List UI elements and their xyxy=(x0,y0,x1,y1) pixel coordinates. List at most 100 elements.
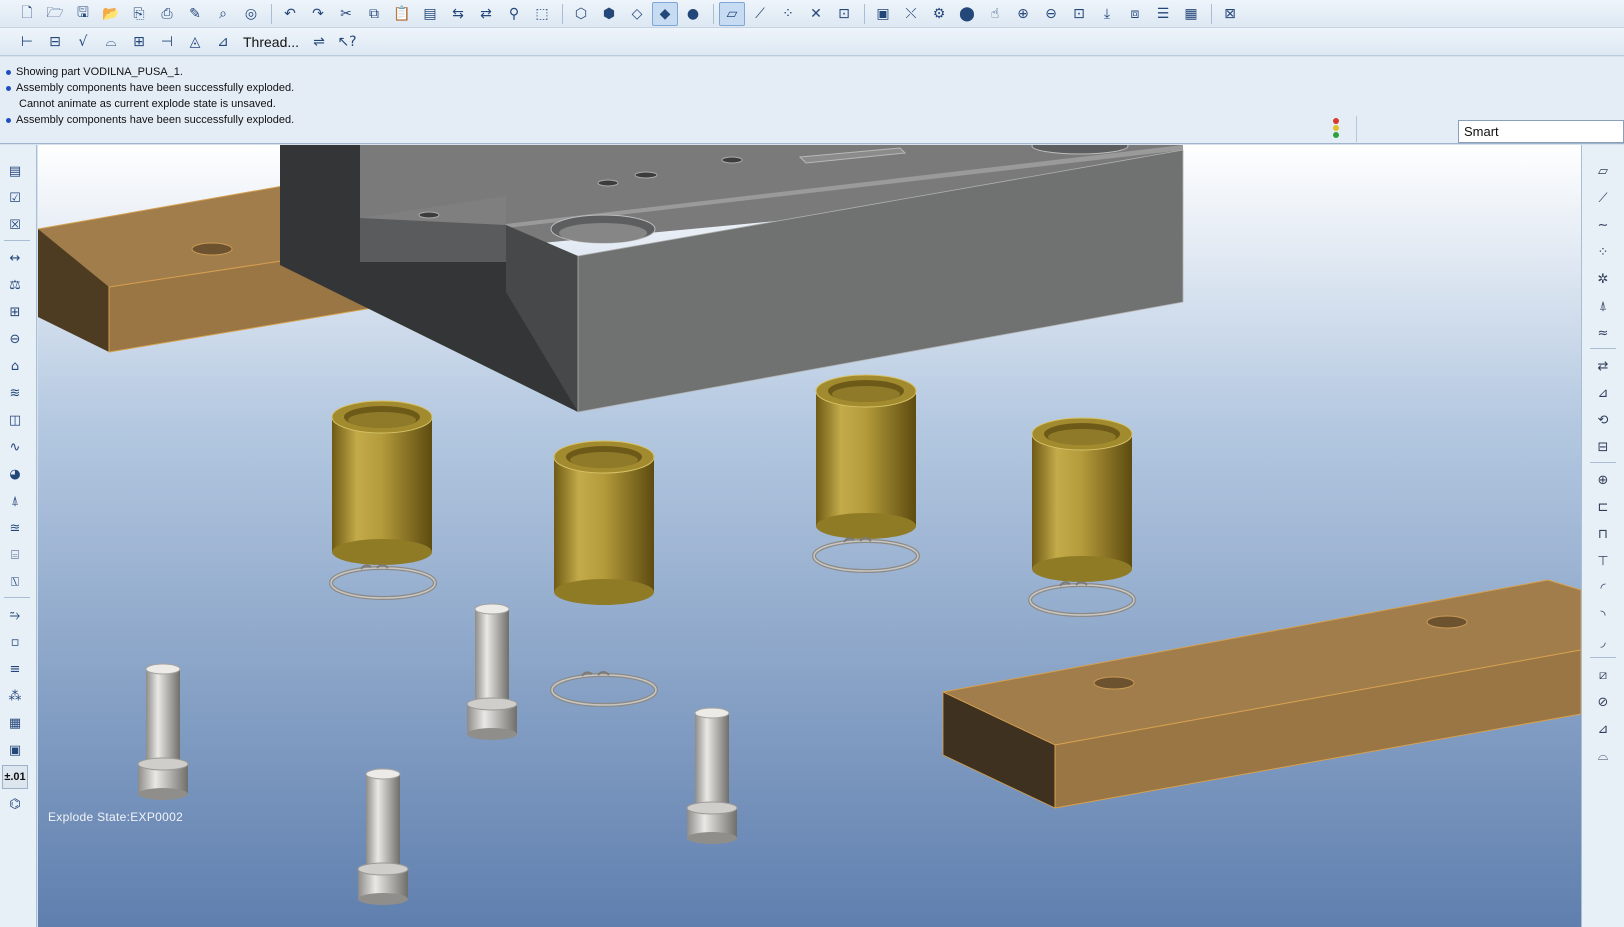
mirror-icon[interactable]: ⧄ xyxy=(1590,663,1616,687)
appearance-icon[interactable]: ⚙ xyxy=(926,2,952,26)
binoculars-icon[interactable]: ⚲ xyxy=(501,2,527,26)
datum-planes-icon[interactable]: ▱ xyxy=(719,1,745,26)
mass-props-icon[interactable]: ⚖ xyxy=(2,273,28,297)
zoom-in-icon[interactable]: ⊕ xyxy=(1010,2,1036,26)
offset-feature-icon[interactable]: ⌓ xyxy=(1590,744,1616,768)
appearance-gallery-icon[interactable]: ⬤ xyxy=(954,2,980,26)
saved-analysis-icon[interactable]: ⍂ xyxy=(2,570,28,594)
undo-icon[interactable]: ↶ xyxy=(277,2,303,26)
analysis-icon[interactable]: ⌂ xyxy=(2,354,28,378)
info-icon[interactable]: ▫ xyxy=(2,630,28,654)
refit-icon[interactable]: ⊡ xyxy=(1066,2,1092,26)
graph-icon[interactable]: ∿ xyxy=(2,435,28,459)
thread-button[interactable]: Thread... xyxy=(238,30,304,54)
round-icon[interactable]: ◜ xyxy=(1590,576,1616,600)
paste-icon[interactable]: 📋 xyxy=(389,2,415,26)
view-manager-icon[interactable]: ▤ xyxy=(2,159,28,183)
graphics-area[interactable] xyxy=(38,145,1581,927)
draft-icon[interactable]: ◫ xyxy=(2,408,28,432)
copy-icon[interactable]: ⧉ xyxy=(361,2,387,26)
geometric-tolerance-icon[interactable]: ⌓ xyxy=(98,30,124,54)
dimension-icon[interactable]: ⊢ xyxy=(14,30,40,54)
layers-icon[interactable]: ☰ xyxy=(1150,2,1176,26)
hole-icon[interactable]: ⊕ xyxy=(1590,468,1616,492)
save-icon[interactable]: 🖫 xyxy=(70,2,96,26)
wireframe-icon[interactable]: ⬡ xyxy=(568,2,594,26)
datum-points-icon[interactable]: ⁘ xyxy=(775,2,801,26)
whats-this-icon[interactable]: ↖? xyxy=(334,30,360,54)
chamfer-icon[interactable]: ◝ xyxy=(1590,603,1616,627)
measure-icon[interactable]: ↔ xyxy=(2,246,28,270)
merge-icon[interactable]: ⊿ xyxy=(1590,717,1616,741)
tolerance-toggle[interactable]: ±.01 xyxy=(2,765,28,789)
hidden-line-icon[interactable]: ⬢ xyxy=(596,2,622,26)
note-icon[interactable]: ⊟ xyxy=(42,30,68,54)
revolve-icon[interactable]: ⟲ xyxy=(1590,408,1616,432)
datum-axes-icon[interactable]: ⟋ xyxy=(747,2,773,26)
pan-spin-icon[interactable]: ⤬ xyxy=(898,2,924,26)
paste-special-icon[interactable]: ▤ xyxy=(417,2,443,26)
orient-icon[interactable]: ☝ xyxy=(982,2,1008,26)
point-field-icon[interactable]: ⍋ xyxy=(1590,294,1616,318)
select-box-icon[interactable]: ⬚ xyxy=(529,2,555,26)
shading-icon[interactable]: ◆ xyxy=(652,1,678,26)
symbol-icon[interactable]: ◬ xyxy=(182,30,208,54)
curve-icon[interactable]: ∼ xyxy=(1590,213,1616,237)
hide-analysis-icon[interactable]: ▣ xyxy=(2,738,28,762)
traffic-light-icon[interactable] xyxy=(1331,118,1341,138)
new-icon[interactable]: 🗋 xyxy=(14,2,40,26)
close-icon[interactable]: ☒ xyxy=(2,213,28,237)
family-table-icon[interactable]: ▦ xyxy=(2,711,28,735)
datum-target-icon[interactable]: ⊞ xyxy=(126,30,152,54)
selection-filter-dropdown[interactable]: Smart xyxy=(1458,120,1624,143)
copy-geom-icon[interactable]: ⇄ xyxy=(1590,354,1616,378)
line-icon[interactable]: ⟋ xyxy=(1590,186,1616,210)
layer-icon[interactable]: ⧈ xyxy=(1122,2,1148,26)
check-icon[interactable]: ☑ xyxy=(2,186,28,210)
offset-icon[interactable]: ≊ xyxy=(2,516,28,540)
rib-icon[interactable]: ⊓ xyxy=(1590,522,1616,546)
cosmetic-thread-icon[interactable]: ⊿ xyxy=(210,30,236,54)
shell-icon[interactable]: ⊏ xyxy=(1590,495,1616,519)
section-icon[interactable]: ⊞ xyxy=(2,300,28,324)
section-props-icon[interactable]: ⊖ xyxy=(2,327,28,351)
draft-feature-icon[interactable]: ⊤ xyxy=(1590,549,1616,573)
parameters-icon[interactable]: ≡ xyxy=(2,657,28,681)
saved-views-icon[interactable]: ▣ xyxy=(870,2,896,26)
open-icon[interactable]: 🗁 xyxy=(42,2,68,26)
enhanced-realism-icon[interactable]: ● xyxy=(680,2,706,26)
reflection-icon[interactable]: ⌸ xyxy=(2,543,28,567)
point-icon[interactable]: ⁘ xyxy=(1590,240,1616,264)
datum-csys-icon[interactable]: ✕ xyxy=(803,2,829,26)
surface-finish-icon[interactable]: √ xyxy=(70,30,96,54)
dihedral-icon[interactable]: ⍋ xyxy=(2,489,28,513)
no-hidden-icon[interactable]: ◇ xyxy=(624,2,650,26)
shade-map-icon[interactable]: ◕ xyxy=(2,462,28,486)
plane-icon[interactable]: ▱ xyxy=(1590,159,1616,183)
save-copy-icon[interactable]: ⎘ xyxy=(126,2,152,26)
regenerate-icon[interactable]: ⇆ xyxy=(445,2,471,26)
cad-icon[interactable]: ◎ xyxy=(238,2,264,26)
regen-manager-icon[interactable]: ⇄ xyxy=(473,2,499,26)
extrude-icon[interactable]: ⊿ xyxy=(1590,381,1616,405)
component-icon[interactable]: ⥲ xyxy=(2,603,28,627)
point-offset-icon[interactable]: ✲ xyxy=(1590,267,1616,291)
analysis-feature-icon[interactable]: ≈ xyxy=(1590,321,1616,345)
pattern-icon[interactable]: ◞ xyxy=(1590,630,1616,654)
print-icon[interactable]: ⎙ xyxy=(154,2,180,26)
relations-icon[interactable]: ⁂ xyxy=(2,684,28,708)
context-help-icon[interactable]: ⊠ xyxy=(1217,2,1243,26)
zoom-out-icon[interactable]: ⊖ xyxy=(1038,2,1064,26)
cosmetic-sketch-icon[interactable]: ⊣ xyxy=(154,30,180,54)
curvature-icon[interactable]: ≋ xyxy=(2,381,28,405)
align-icon[interactable]: ⇌ xyxy=(306,30,332,54)
annotation-display-icon[interactable]: ⊡ xyxy=(831,2,857,26)
open-folder-icon[interactable]: 📂 xyxy=(98,2,124,26)
pipe-icon[interactable]: ⌬ xyxy=(2,792,28,816)
cut-icon[interactable]: ✂ xyxy=(333,2,359,26)
model-tree-icon[interactable]: ▦ xyxy=(1178,2,1204,26)
redo-icon[interactable]: ↷ xyxy=(305,2,331,26)
edit-icon[interactable]: ✎ xyxy=(182,2,208,26)
trim-icon[interactable]: ⊘ xyxy=(1590,690,1616,714)
repaint-icon[interactable]: ⤓ xyxy=(1094,2,1120,26)
